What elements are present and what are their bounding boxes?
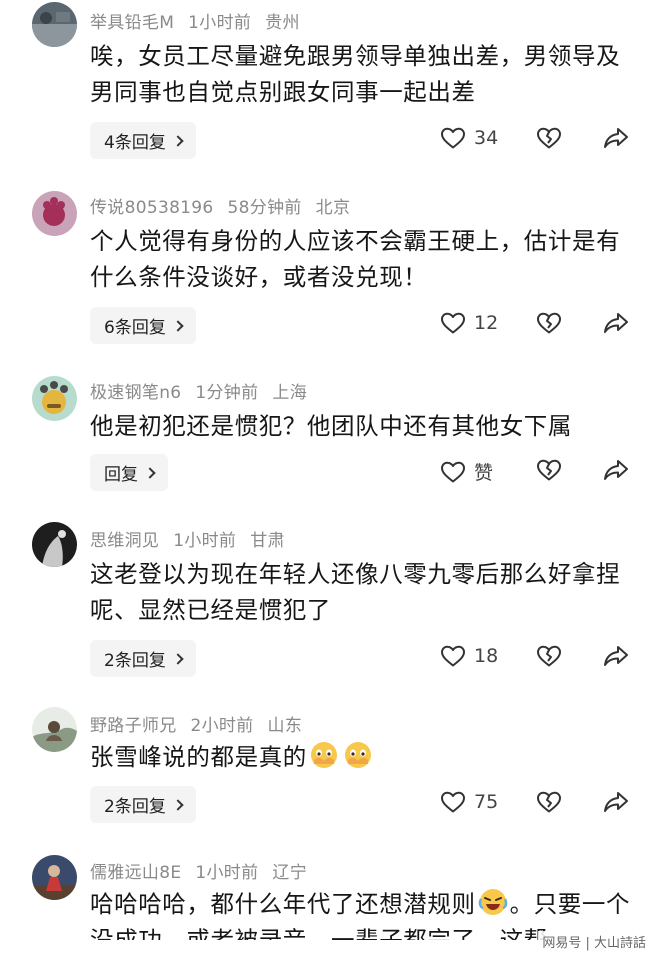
reply-label: 2条回复 [104, 797, 166, 817]
username[interactable]: 野路子师兄 [90, 716, 177, 736]
view-replies-button[interactable]: 2条回复 [90, 786, 196, 823]
username[interactable]: 思维洞见 [90, 531, 159, 551]
crying-face-emoji-icon [310, 742, 337, 768]
reply-label: 4条回复 [104, 133, 166, 153]
comment-meta: 极速钢笔n6 1分钟前 上海 [90, 378, 321, 403]
share-arrow-icon [604, 792, 628, 812]
comment-time: 58分钟前 [227, 198, 302, 218]
comment-meta: 儒雅远山8E 1小时前 辽宁 [90, 858, 321, 883]
username[interactable]: 传说80538196 [90, 198, 214, 218]
share-button[interactable] [603, 644, 629, 672]
broken-heart-icon [537, 312, 561, 334]
comment-text: 张雪峰说的都是真的 [90, 743, 307, 771]
comment-meta: 思维洞见 1小时前 甘肃 [90, 526, 299, 551]
comment-location: 贵州 [265, 13, 300, 33]
chevron-right-icon [172, 798, 184, 811]
comment-actions: 34 [440, 126, 630, 156]
comment-location: 辽宁 [272, 863, 307, 883]
share-arrow-icon [604, 128, 628, 148]
dislike-button[interactable] [536, 458, 562, 486]
comment-text: 唉，女员工尽量避免跟男领导单独出差，男领导及男同事也自觉点别跟女同事一起出差 [90, 42, 621, 106]
dislike-button[interactable] [536, 790, 562, 818]
reply-label: 回复 [104, 465, 138, 485]
comment-location: 山东 [267, 716, 303, 736]
broken-heart-icon [537, 645, 561, 667]
comment-text: 哈哈哈哈，都什么年代了还想潜规则 [90, 890, 476, 918]
share-arrow-icon [604, 646, 628, 666]
broken-heart-icon [537, 791, 561, 813]
comment-time: 1小时前 [173, 531, 237, 551]
avatar[interactable] [32, 376, 77, 421]
comment-actions: 75 [440, 790, 630, 820]
share-arrow-icon [604, 460, 628, 480]
comment-time: 2小时前 [190, 716, 254, 736]
username[interactable]: 极速钢笔n6 [90, 383, 181, 403]
heart-outline-icon [441, 791, 465, 813]
heart-outline-icon [441, 645, 465, 667]
username[interactable]: 儒雅远山8E [90, 863, 181, 883]
comment-meta: 野路子师兄 2小时前 山东 [90, 711, 316, 736]
share-button[interactable] [603, 790, 629, 818]
comment-meta: 举具铅毛M 1小时前 贵州 [90, 8, 314, 33]
dislike-button[interactable] [536, 126, 562, 154]
heart-outline-icon [441, 461, 465, 482]
chevron-right-icon [172, 134, 184, 147]
reply-label: 2条回复 [104, 651, 166, 671]
comment-actions: 赞 [440, 458, 630, 488]
reply-label: 6条回复 [104, 318, 166, 338]
dislike-button[interactable] [536, 644, 562, 672]
comment-meta: 传说80538196 58分钟前 北京 [90, 193, 364, 218]
watermark: 网易号 | 大山詩話 [538, 931, 650, 952]
heart-outline-icon [441, 127, 465, 149]
avatar[interactable] [32, 855, 77, 900]
comment-text: 他是初犯还是惯犯？他团队中还有其他女下属 [90, 412, 572, 440]
broken-heart-icon [537, 127, 561, 149]
avatar[interactable] [32, 2, 77, 47]
like-button[interactable]: 12 [440, 311, 498, 335]
laughing-face-emoji-icon [478, 889, 507, 915]
comment-location: 上海 [272, 383, 308, 403]
comment-time: 1小时前 [188, 13, 252, 33]
view-replies-button[interactable]: 回复 [90, 454, 168, 491]
username[interactable]: 举具铅毛M [90, 13, 174, 33]
view-replies-button[interactable]: 2条回复 [90, 640, 196, 677]
comment-text: 这老登以为现在年轻人还像八零九零后那么好拿捏呢、显然已经是惯犯了 [90, 560, 621, 624]
heart-outline-icon [441, 312, 465, 334]
comment-text: 个人觉得有身份的人应该不会霸王硬上，估计是有什么条件没谈好，或者没兑现！ [90, 227, 621, 291]
like-count: 18 [474, 645, 499, 667]
like-count: 赞 [474, 462, 494, 484]
like-count: 34 [474, 127, 499, 149]
like-count: 75 [474, 791, 499, 813]
avatar[interactable] [32, 191, 77, 236]
comment-time: 1分钟前 [195, 383, 259, 403]
comment-actions: 18 [440, 644, 630, 674]
like-count: 12 [474, 312, 499, 334]
broken-heart-icon [537, 459, 561, 481]
comment-actions: 12 [440, 311, 630, 341]
avatar[interactable] [32, 522, 77, 567]
comment-location: 北京 [315, 198, 351, 218]
avatar[interactable] [32, 707, 77, 752]
share-button[interactable] [603, 458, 629, 486]
like-button[interactable]: 赞 [440, 458, 493, 485]
like-button[interactable]: 75 [440, 790, 498, 814]
comment-location: 甘肃 [250, 531, 285, 551]
crying-face-emoji-icon [344, 742, 371, 768]
view-replies-button[interactable]: 4条回复 [90, 122, 196, 159]
comment-time: 1小时前 [195, 863, 259, 883]
chevron-right-icon [172, 652, 184, 665]
chevron-right-icon [144, 466, 156, 479]
dislike-button[interactable] [536, 311, 562, 339]
chevron-right-icon [172, 319, 184, 332]
watermark-text: 网易号 | 大山詩話 [542, 936, 646, 951]
like-button[interactable]: 34 [440, 126, 498, 150]
comment-body: 张雪峰说的都是真的 [90, 739, 635, 775]
share-arrow-icon [604, 313, 628, 333]
like-button[interactable]: 18 [440, 644, 498, 668]
view-replies-button[interactable]: 6条回复 [90, 307, 196, 344]
share-button[interactable] [603, 311, 629, 339]
share-button[interactable] [603, 126, 629, 154]
